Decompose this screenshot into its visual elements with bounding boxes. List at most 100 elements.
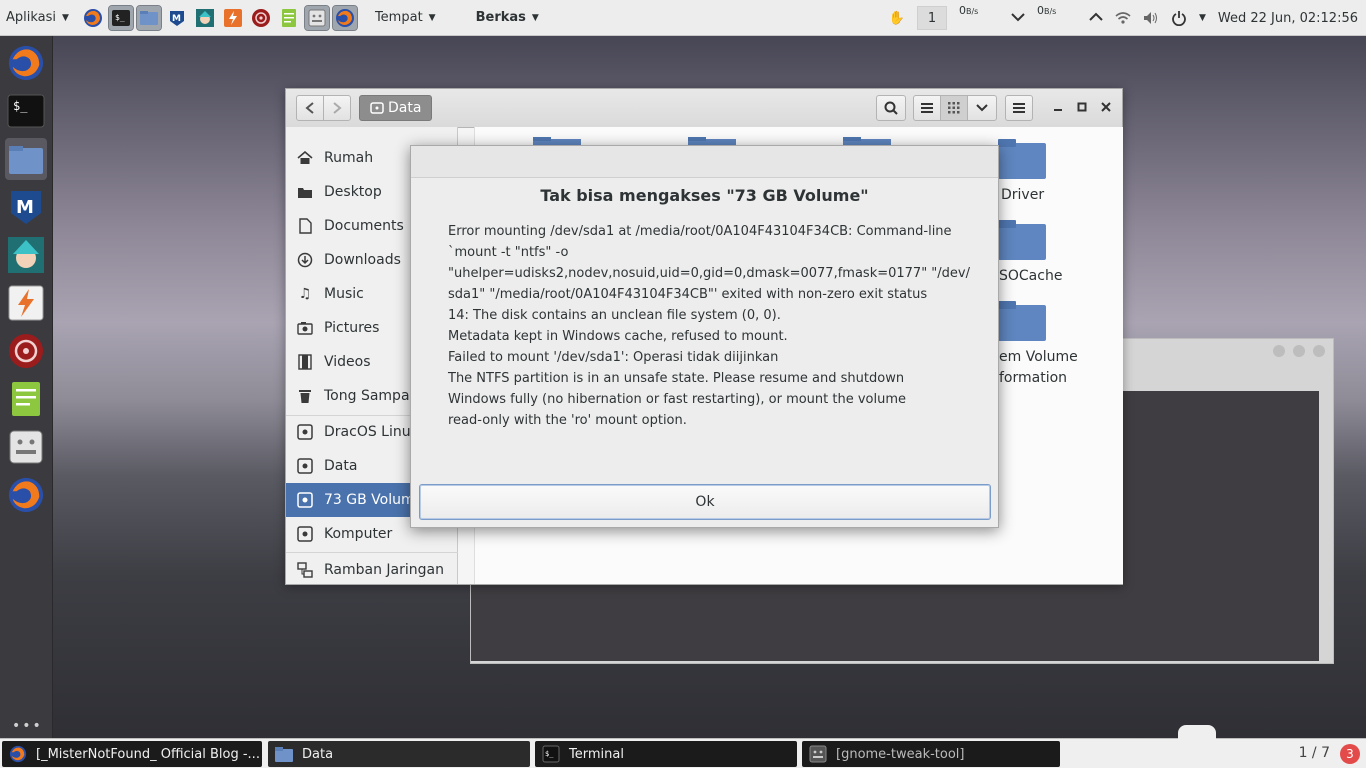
- folder-icon[interactable]: [998, 301, 1046, 341]
- folder-icon[interactable]: [998, 139, 1046, 179]
- app-menu[interactable]: Berkas ▼: [470, 0, 545, 36]
- caret-down-icon: ▼: [428, 12, 436, 23]
- close-button[interactable]: [1098, 99, 1114, 115]
- folder-icon: [296, 183, 314, 201]
- files-icon[interactable]: [135, 4, 162, 31]
- files-icon[interactable]: [5, 138, 47, 180]
- ok-button[interactable]: Ok: [419, 484, 991, 520]
- files-icon: [274, 744, 294, 764]
- caret-down-icon[interactable]: ▼: [1199, 13, 1206, 23]
- anime-avatar-icon[interactable]: [5, 234, 47, 276]
- tweak-tool-icon[interactable]: [5, 426, 47, 468]
- hand-icon: ✋: [888, 10, 905, 26]
- malwarebytes-icon[interactable]: M: [5, 186, 47, 228]
- maximize-icon: [1077, 102, 1087, 112]
- svg-text:M: M: [16, 197, 34, 218]
- minimize-button[interactable]: [1050, 99, 1066, 115]
- maximize-button[interactable]: [1074, 99, 1090, 115]
- menu-button[interactable]: [1005, 95, 1033, 121]
- power-icon[interactable]: [1171, 10, 1187, 26]
- volume-icon[interactable]: [1143, 10, 1159, 26]
- places-menu[interactable]: Tempat ▼: [369, 0, 442, 36]
- sidebar-item-label: Downloads: [324, 252, 401, 268]
- clock[interactable]: Wed 22 Jun, 02:12:56: [1218, 11, 1358, 26]
- hamburger-icon: [1013, 103, 1025, 113]
- armitage-icon[interactable]: [5, 330, 47, 372]
- dialog-message-line: Metadata kept in Windows cache, refused …: [448, 329, 788, 344]
- back-button[interactable]: [296, 95, 324, 121]
- workspace-pager[interactable]: 1 / 7: [1299, 745, 1330, 761]
- text-editor-icon[interactable]: [5, 378, 47, 420]
- notification-badge[interactable]: 3: [1340, 744, 1360, 764]
- burp-icon[interactable]: [5, 282, 47, 324]
- dialog-message-line: Error mounting /dev/sda1 at /media/root/…: [448, 224, 952, 239]
- minimize-icon[interactable]: [1273, 345, 1285, 357]
- anime-avatar-icon[interactable]: [193, 6, 217, 30]
- net-up-value: 0: [1036, 4, 1044, 17]
- task-files-data[interactable]: Data: [268, 741, 530, 767]
- dialog-message-line: 14: The disk contains an unclean file sy…: [448, 308, 781, 323]
- applications-menu[interactable]: Aplikasi ▼: [0, 0, 75, 36]
- task-gnome-tweak-tool[interactable]: [gnome-tweak-tool]: [802, 741, 1060, 767]
- taskbar-handle[interactable]: [1178, 725, 1216, 739]
- music-icon: ♫: [298, 286, 312, 302]
- forward-button[interactable]: [323, 95, 351, 121]
- drive-icon: [296, 423, 314, 441]
- sidebar-item-label: Tong Sampah: [324, 388, 419, 404]
- sidebar-item-label: Desktop: [324, 184, 382, 200]
- folder-label[interactable]: SOCache: [999, 268, 1062, 284]
- workspace-indicator[interactable]: 1: [916, 6, 947, 30]
- document-icon: [296, 217, 314, 235]
- path-bar-button[interactable]: Data: [359, 95, 433, 121]
- list-view-button[interactable]: [913, 95, 941, 121]
- dock: $_ M •••: [0, 36, 53, 738]
- maximize-icon[interactable]: [1293, 345, 1305, 357]
- dialog-message-line: Failed to mount '/dev/sda1': Operasi tid…: [448, 350, 779, 365]
- dialog-title: Tak bisa mengakses "73 GB Volume": [540, 186, 869, 205]
- folder-label[interactable]: formation: [999, 370, 1067, 386]
- terminal-icon[interactable]: $_: [107, 4, 134, 31]
- task-terminal[interactable]: $_ Terminal: [535, 741, 797, 767]
- chevron-left-icon: [305, 102, 314, 114]
- task-label: Terminal: [569, 746, 624, 762]
- dialog-titlebar[interactable]: [411, 146, 998, 178]
- folder-icon[interactable]: [998, 220, 1046, 260]
- terminal-icon[interactable]: $_: [5, 90, 47, 132]
- task-label: [_MisterNotFound_ Official Blog -...: [36, 746, 260, 762]
- dialog-message-line: `mount -t "ntfs" -o: [448, 245, 569, 260]
- close-icon[interactable]: [1313, 345, 1325, 357]
- tweak-tool-icon: [808, 744, 828, 764]
- path-bar-label: Data: [388, 100, 422, 116]
- view-options-button[interactable]: [967, 95, 997, 121]
- film-icon: [296, 353, 314, 371]
- svg-text:$_: $_: [115, 13, 125, 22]
- task-label: Data: [302, 746, 334, 762]
- armitage-icon[interactable]: [249, 6, 273, 30]
- sidebar-item-label: DracOS Linux: [324, 424, 419, 440]
- search-button[interactable]: [876, 95, 906, 121]
- tweak-tool-icon[interactable]: [303, 4, 330, 31]
- firefox-icon[interactable]: [81, 6, 105, 30]
- firefox-icon[interactable]: [5, 474, 47, 516]
- wifi-icon[interactable]: [1115, 10, 1131, 26]
- folder-label[interactable]: Driver: [1001, 187, 1044, 203]
- burp-icon[interactable]: [221, 6, 245, 30]
- show-apps-icon[interactable]: •••: [12, 718, 43, 734]
- workspace-number: 1: [927, 10, 937, 26]
- grid-icon: [948, 102, 960, 114]
- task-firefox-blog[interactable]: [_MisterNotFound_ Official Blog -...: [2, 741, 262, 767]
- network-icon: [296, 561, 314, 579]
- drive-icon: [296, 491, 314, 509]
- sidebar-item-network[interactable]: Ramban Jaringan: [286, 553, 458, 587]
- panel-status-area: ✋ 1 0B/s 0B/s ▼ Wed 22 Jun, 02:12:56: [889, 0, 1358, 36]
- drive-icon: [296, 525, 314, 543]
- text-editor-icon[interactable]: [277, 6, 301, 30]
- grid-view-button[interactable]: [940, 95, 968, 121]
- firefox-icon[interactable]: [331, 4, 358, 31]
- dialog-message-line: Windows fully (no hibernation or fast re…: [448, 392, 907, 407]
- dialog-message-line: sda1" "/media/root/0A104F43104F34CB"' ex…: [448, 287, 928, 302]
- malwarebytes-icon[interactable]: M: [165, 6, 189, 30]
- firefox-icon[interactable]: [5, 42, 47, 84]
- folder-label[interactable]: em Volume: [999, 349, 1078, 365]
- download-icon: [296, 251, 314, 269]
